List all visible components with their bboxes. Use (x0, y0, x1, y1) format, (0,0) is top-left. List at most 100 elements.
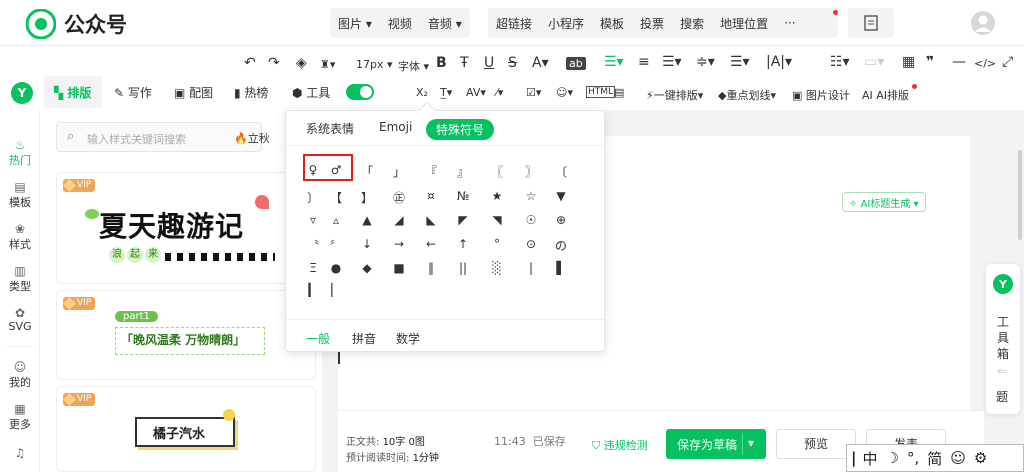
html-icon[interactable]: HTML (586, 86, 616, 98)
magic-icon[interactable]: ⁄▾ (496, 86, 503, 99)
line-height-icon[interactable]: ≑▾ (696, 54, 715, 70)
font-family-select[interactable]: 字体 ▾ (398, 58, 429, 74)
tab-image[interactable]: ▣ 配图 (174, 84, 213, 101)
symbol-item[interactable]: ▏ (325, 283, 347, 297)
toggle-switch[interactable] (346, 84, 374, 100)
punct-icon[interactable]: °, (903, 449, 923, 467)
tab-write[interactable]: ✎ 写作 (114, 84, 152, 101)
bg-color-icon[interactable]: ab (566, 57, 586, 70)
settings-icon[interactable]: ⚙ (970, 449, 991, 467)
font-size-select[interactable]: 17px ▾ (356, 58, 393, 71)
symbol-item[interactable]: ◢ (388, 213, 410, 227)
strike-icon[interactable]: S (508, 55, 517, 71)
toolbox-widget[interactable]: Y 工具箱 ⇐ 题 (986, 264, 1020, 414)
text-style-icon[interactable]: T̲▾ (440, 86, 452, 99)
symbol-item[interactable]: ⊕ (550, 213, 572, 227)
symbol-item[interactable]: ☆ (520, 189, 542, 203)
preview-button[interactable]: 预览 (776, 429, 856, 459)
symbol-item[interactable]: 〞 (325, 237, 347, 254)
quote-icon[interactable]: ❞ (926, 54, 934, 70)
fullscreen-icon[interactable]: ⤢ (1002, 54, 1013, 70)
symbol-item[interactable]: Ξ (302, 261, 324, 275)
symbol-item[interactable]: || (452, 261, 474, 275)
list-icon[interactable]: ☷▾ (830, 54, 850, 70)
symbol-item[interactable]: ◥ (486, 213, 508, 227)
table-style-icon[interactable]: ▭▾ (864, 54, 884, 70)
symbol-item[interactable]: ▿ (302, 213, 324, 227)
symbol-item[interactable]: ◣ (420, 213, 442, 227)
avatar[interactable] (970, 10, 996, 36)
nav-hot[interactable]: ♨ 热门 (0, 138, 40, 168)
nav-svg[interactable]: ✿ SVG (0, 306, 40, 333)
symbol-item[interactable]: 』 (452, 163, 474, 180)
save-draft-button[interactable]: 保存为草稿 ▾ (666, 429, 766, 459)
clear-format-icon[interactable]: ◈ (296, 55, 307, 71)
location-button[interactable]: 地理位置 (712, 15, 776, 32)
format-painter-icon[interactable]: ♜▾ (320, 58, 335, 71)
paragraph-spacing-icon[interactable]: ☰▾ (730, 54, 750, 70)
symbol-item[interactable]: ↓ (356, 237, 378, 251)
search-button[interactable]: 搜索 (672, 15, 712, 32)
symbol-item[interactable]: 『 (420, 163, 442, 180)
symbol-item[interactable]: 〖 (486, 163, 508, 180)
nav-type[interactable]: ▥ 类型 (0, 264, 40, 294)
symbol-item[interactable]: ◆ (356, 261, 378, 275)
side-tab[interactable]: 题 (996, 388, 1008, 405)
chevron-down-icon[interactable]: ▾ (748, 436, 754, 450)
symbol-item[interactable]: ■ (388, 261, 410, 275)
symbol-item[interactable]: ▌ (550, 261, 572, 275)
violation-check[interactable]: ⛉ 违规检测 (592, 437, 648, 453)
code-icon[interactable]: </> (974, 57, 996, 70)
hot-keyword[interactable]: 🔥立秋 (234, 130, 270, 146)
nav-template[interactable]: ▤ 模板 (0, 180, 40, 210)
nav-more[interactable]: ▦ 更多 (0, 402, 40, 432)
image-menu[interactable]: 图片 ▾ (330, 15, 380, 32)
symbols-general[interactable]: 一般 (306, 330, 330, 347)
symbol-item[interactable]: ° (486, 237, 508, 251)
align-left-icon[interactable]: ☰▾ (604, 54, 624, 70)
symbol-item[interactable]: ☉ (520, 213, 542, 227)
redo-icon[interactable]: ↷ (268, 55, 280, 71)
align-center-icon[interactable]: ≡ (638, 54, 650, 70)
tab-special-symbols[interactable]: 特殊符号 (426, 119, 495, 140)
symbol-item[interactable]: № (452, 189, 474, 203)
underline-icon[interactable]: U (484, 55, 494, 71)
symbol-item[interactable]: ◤ (452, 213, 474, 227)
more-button[interactable]: ··· (776, 16, 803, 30)
symbols-math[interactable]: 数学 (396, 330, 420, 347)
highlight-line[interactable]: ◆重点划线▾ (718, 87, 776, 103)
nav-mine[interactable]: ☺ 我的 (0, 360, 40, 390)
tab-layout[interactable]: ▚ 排版 (44, 76, 102, 108)
symbol-item[interactable]: | (520, 261, 542, 275)
symbol-item[interactable]: ⊙ (520, 237, 542, 251)
tab-emoji[interactable]: Emoji (379, 120, 412, 134)
symbol-item[interactable]: ▼ (550, 189, 572, 203)
ai-title-button[interactable]: ✧ AI标题生成 ▾ (842, 192, 926, 212)
table-icon[interactable]: ▦ (902, 54, 915, 70)
smile-icon[interactable]: ☺ (946, 449, 970, 467)
headset-icon[interactable]: ♫ (0, 446, 40, 460)
vote-button[interactable]: 投票 (632, 15, 672, 32)
style-search-input[interactable]: ⌕ 输入样式关键词搜索 (56, 122, 262, 152)
miniprogram-button[interactable]: 小程序 (540, 15, 592, 32)
symbol-item[interactable]: 」 (388, 163, 410, 180)
one-click-layout[interactable]: ⚡一键排版▾ (646, 87, 703, 103)
symbol-item[interactable]: 「 (356, 163, 378, 180)
symbols-pinyin[interactable]: 拼音 (352, 330, 376, 347)
video-menu[interactable]: 视频 (380, 15, 420, 32)
symbol-item[interactable]: 】 (356, 189, 378, 206)
letter-spacing-icon[interactable]: |A|▾ (766, 54, 792, 70)
divider-icon[interactable]: — (952, 54, 966, 70)
symbol-item[interactable]: ★ (486, 189, 508, 203)
symbol-item[interactable]: ‖ (420, 261, 442, 275)
ime-lang[interactable]: 中 (858, 448, 881, 469)
undo-icon[interactable]: ↶ (244, 55, 256, 71)
symbol-item[interactable]: ㊣ (388, 189, 410, 206)
briefcase-icon[interactable]: ▤ (614, 86, 624, 99)
bold-icon[interactable]: B (436, 55, 447, 71)
style-card-summer[interactable]: VIP 夏天趣游记 浪 起 来 (56, 172, 316, 284)
symbol-item[interactable]: 【 (325, 189, 347, 206)
symbol-item[interactable]: ░ (486, 261, 508, 275)
symbol-item[interactable]: 〝 (302, 237, 324, 254)
symbol-item[interactable]: ● (325, 261, 347, 275)
